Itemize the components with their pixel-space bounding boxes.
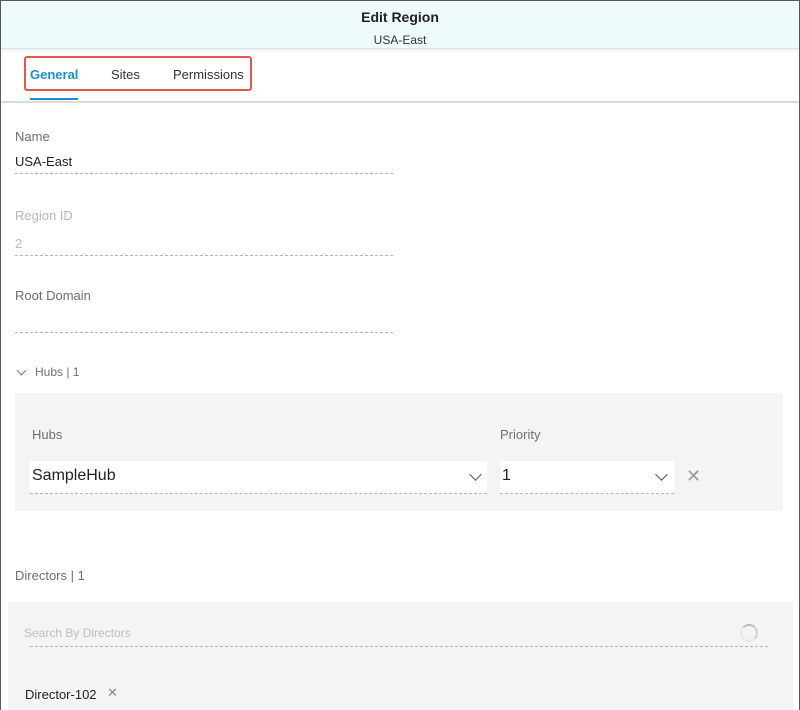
hub-select-value: SampleHub xyxy=(32,467,116,484)
remove-director-icon[interactable]: ✕ xyxy=(107,686,118,701)
root-domain-label: Root Domain xyxy=(15,288,91,303)
tab-sites[interactable]: Sites xyxy=(111,67,140,82)
region-id-label: Region ID xyxy=(15,208,73,223)
tabs-divider xyxy=(1,101,799,103)
priority-column-label: Priority xyxy=(500,427,541,442)
edit-region-dialog: Edit Region USA-East General Sites Permi… xyxy=(0,0,800,710)
hubs-toggle-label: Hubs | 1 xyxy=(35,365,80,379)
chevron-down-icon xyxy=(469,468,482,481)
tab-general[interactable]: General xyxy=(30,67,78,82)
hubs-column-label: Hubs xyxy=(32,427,63,442)
name-field-underline xyxy=(15,173,393,174)
directors-search-underline xyxy=(30,646,768,647)
hub-select[interactable]: SampleHub xyxy=(30,461,487,494)
director-chip: Director-102 xyxy=(25,687,97,702)
directors-search-input[interactable]: Search By Directors xyxy=(24,626,131,640)
chevron-down-icon xyxy=(16,365,27,375)
dialog-header: Edit Region USA-East xyxy=(1,1,799,49)
root-domain-underline xyxy=(15,332,393,333)
dialog-subtitle: USA-East xyxy=(373,33,427,47)
hubs-section-toggle[interactable]: Hubs | 1 xyxy=(15,365,79,379)
name-field[interactable]: USA-East xyxy=(15,154,72,169)
active-tab-indicator xyxy=(30,98,78,100)
priority-select-value: 1 xyxy=(502,467,511,484)
directors-panel xyxy=(8,602,793,710)
tab-permissions[interactable]: Permissions xyxy=(173,67,244,82)
name-label: Name xyxy=(15,129,50,144)
loading-spinner-icon xyxy=(740,624,758,642)
region-id-underline xyxy=(15,255,393,256)
chevron-down-icon xyxy=(655,468,668,481)
remove-hub-icon[interactable]: ✕ xyxy=(686,468,701,486)
dialog-title: Edit Region xyxy=(361,9,439,25)
region-id-field: 2 xyxy=(15,236,23,251)
directors-section-title: Directors | 1 xyxy=(15,568,85,583)
priority-select[interactable]: 1 xyxy=(500,461,674,494)
